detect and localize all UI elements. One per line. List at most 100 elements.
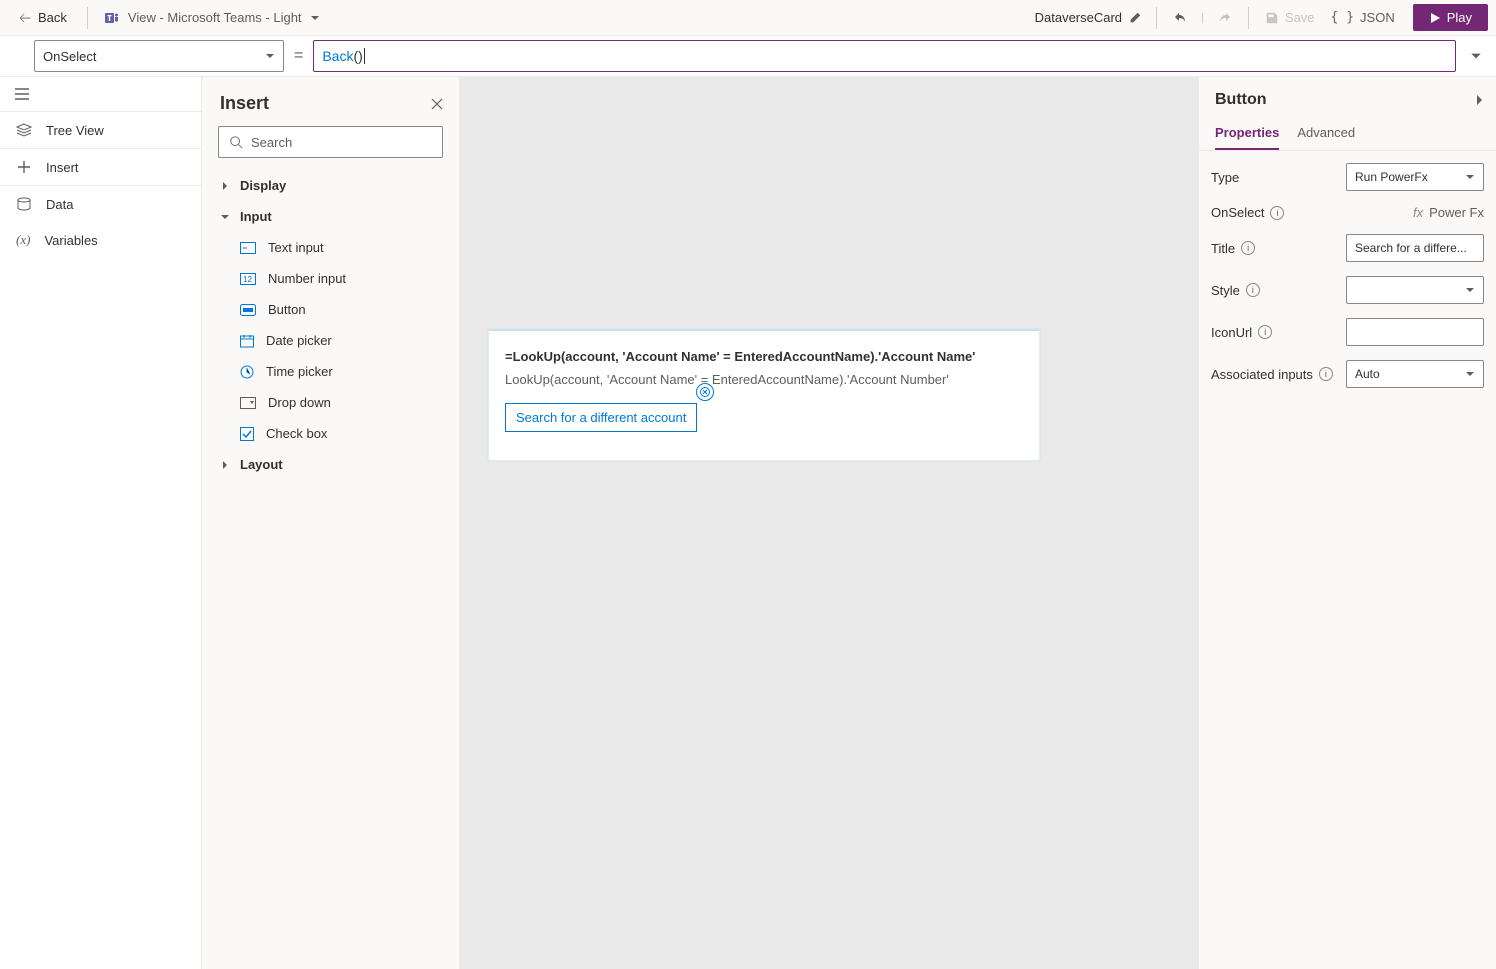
prop-row-type: Type Run PowerFx [1211,163,1484,191]
chevron-down-icon [265,51,275,61]
associated-select[interactable]: Auto [1346,360,1484,388]
redo-button [1210,6,1238,30]
tab-advanced[interactable]: Advanced [1297,117,1355,150]
selection-handle[interactable] [696,383,714,401]
rail-label: Variables [44,233,97,248]
undo-icon [1173,10,1189,26]
chevron-down-icon [218,212,232,222]
chevron-down-icon [1465,369,1475,379]
insert-search-input[interactable]: Search [218,126,443,158]
number-input-icon: 12 [240,273,256,285]
expand-formula-button[interactable] [1466,46,1486,66]
card-title-text: =LookUp(account, 'Account Name' = Entere… [505,349,1023,364]
prop-label: Associated inputs [1211,367,1313,382]
canvas[interactable]: =LookUp(account, 'Account Name' = Entere… [460,77,1198,969]
rail-variables[interactable]: (x) Variables [0,222,201,258]
rail-label: Data [46,197,73,212]
rail-tree-view[interactable]: Tree View [0,112,201,148]
properties-expand-button[interactable] [1474,93,1484,107]
category-label: Layout [240,457,283,472]
card-action-button[interactable]: Search for a different account [505,403,697,432]
layers-icon [16,122,32,138]
tab-properties[interactable]: Properties [1215,117,1279,150]
chevron-right-icon [218,460,232,470]
chevron-right-icon [218,181,232,191]
prop-row-iconurl: IconUrli [1211,318,1484,346]
insert-button[interactable]: Button [202,294,459,325]
info-icon[interactable]: i [1270,206,1284,220]
category-layout[interactable]: Layout [202,449,459,480]
insert-time-picker[interactable]: Time picker [202,356,459,387]
insert-number-input[interactable]: 12 Number input [202,263,459,294]
property-selector-value: OnSelect [43,49,96,64]
json-button[interactable]: { } JSON [1325,6,1401,29]
prop-label: Title [1211,241,1235,256]
onselect-value[interactable]: fx Power Fx [1413,205,1484,220]
insert-text-input[interactable]: Text input [202,232,459,263]
category-label: Display [240,178,286,193]
category-input[interactable]: Input [202,201,459,232]
chevron-down-icon [1470,50,1482,62]
svg-text:12: 12 [243,275,252,284]
rail-data[interactable]: Data [0,186,201,222]
separator [1156,7,1157,29]
chevron-right-icon [1474,93,1484,107]
category-display[interactable]: Display [202,170,459,201]
card-subtitle-text: LookUp(account, 'Account Name' = Entered… [505,372,1023,387]
info-icon[interactable]: i [1258,325,1272,339]
play-button[interactable]: Play [1413,4,1488,31]
category-label: Input [240,209,272,224]
button-icon [240,304,256,316]
braces-icon: { } [1331,10,1354,25]
rail-insert[interactable]: Insert [0,148,201,186]
card-preview[interactable]: =LookUp(account, 'Account Name' = Entere… [488,329,1040,461]
formula-bar: OnSelect = Back() [0,36,1496,76]
info-icon[interactable]: i [1319,367,1333,381]
type-value: Run PowerFx [1355,170,1428,184]
separator [87,7,88,29]
insert-check-box[interactable]: Check box [202,418,459,449]
view-theme-dropdown[interactable]: View - Microsoft Teams - Light [98,6,326,30]
style-select[interactable] [1346,276,1484,304]
hamburger-button[interactable] [0,77,201,111]
insert-item-label: Button [268,302,306,317]
formula-args: () [353,48,362,64]
insert-drop-down[interactable]: Drop down [202,387,459,418]
save-button: Save [1259,6,1321,29]
back-button[interactable]: Back [8,6,77,29]
pencil-icon [1128,11,1142,25]
chevron-down-icon [1465,285,1475,295]
card-name-field[interactable]: DataverseCard [1031,8,1146,27]
info-icon[interactable]: i [1241,241,1255,255]
separator [1248,7,1249,29]
insert-date-picker[interactable]: Date picker [202,325,459,356]
play-label: Play [1447,10,1472,25]
search-icon [229,135,243,149]
insert-panel: Insert Search Display Input Text input 1… [202,77,460,969]
formula-input[interactable]: Back() [313,40,1456,72]
close-insert-panel-button[interactable] [431,98,443,110]
chevron-down-icon [1465,172,1475,182]
type-select[interactable]: Run PowerFx [1346,163,1484,191]
back-label: Back [38,10,67,25]
property-selector[interactable]: OnSelect [34,40,284,72]
insert-panel-title: Insert [220,93,269,114]
prop-label: Style [1211,283,1240,298]
clock-icon [240,365,254,379]
iconurl-input[interactable] [1346,318,1484,346]
properties-tabs: Properties Advanced [1199,117,1496,151]
left-rail: Tree View Insert Data (x) Variables [0,77,202,969]
prop-row-associated: Associated inputs i Auto [1211,360,1484,388]
close-icon [431,98,443,110]
card-name-text: DataverseCard [1035,10,1122,25]
info-icon[interactable]: i [1246,283,1260,297]
undo-button[interactable] [1167,6,1195,30]
redo-icon [1216,10,1232,26]
insert-item-label: Text input [268,240,324,255]
title-input[interactable] [1346,234,1484,262]
prop-row-title: Titlei [1211,234,1484,262]
close-circle-icon [700,387,710,397]
prop-row-onselect: OnSelecti fx Power Fx [1211,205,1484,220]
database-icon [16,196,32,212]
arrow-left-icon [18,11,32,25]
